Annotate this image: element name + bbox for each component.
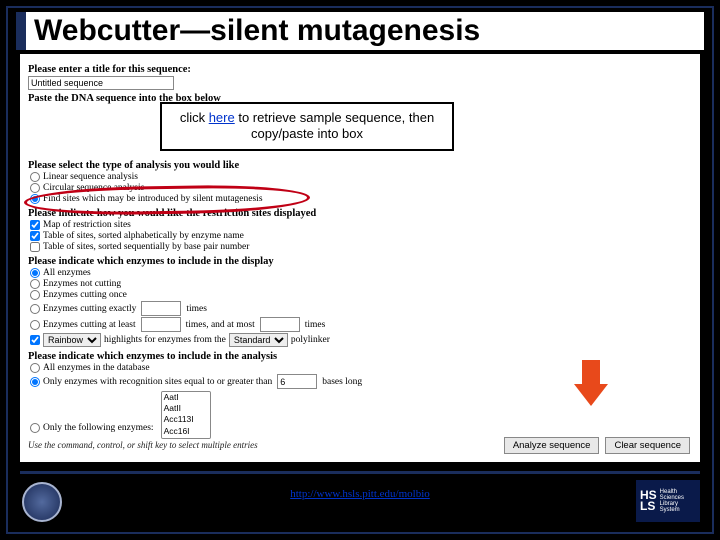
radio-circular[interactable] bbox=[30, 183, 40, 193]
check-rainbow[interactable] bbox=[30, 335, 40, 345]
label-all-db: All enzymes in the database bbox=[43, 363, 150, 373]
label-cut-once: Enzymes cutting once bbox=[43, 290, 127, 300]
callout-box: click here to retrieve sample sequence, … bbox=[160, 102, 454, 151]
sec-analysis: Please select the type of analysis you w… bbox=[28, 160, 692, 171]
title-bar: Webcutter—silent mutagenesis bbox=[16, 12, 704, 50]
radio-cut-once[interactable] bbox=[30, 290, 40, 300]
label-silent: Find sites which may be introduced by si… bbox=[43, 194, 263, 204]
divider bbox=[20, 471, 700, 474]
hsls-small: Health Sciences Library System bbox=[660, 489, 696, 513]
radio-recog[interactable] bbox=[30, 377, 40, 387]
clear-button[interactable]: Clear sequence bbox=[605, 437, 690, 454]
input-exactly-times[interactable] bbox=[141, 301, 181, 316]
label-cut-exactly-post: times bbox=[186, 304, 207, 314]
radio-following[interactable] bbox=[30, 423, 40, 433]
input-recog-val[interactable] bbox=[277, 374, 317, 389]
label-atleast-post: times bbox=[305, 320, 326, 330]
slide-title: Webcutter—silent mutagenesis bbox=[34, 14, 480, 47]
input-atleast-max[interactable] bbox=[260, 317, 300, 332]
hsls-logo: HS LS Health Sciences Library System bbox=[636, 480, 700, 522]
label-bp: Table of sites, sorted sequentially by b… bbox=[43, 242, 249, 252]
label-all-enz: All enzymes bbox=[43, 268, 91, 278]
sec-title-label: Please enter a title for this sequence: bbox=[28, 64, 692, 75]
label-map: Map of restriction sites bbox=[43, 220, 131, 230]
arrow-icon bbox=[574, 360, 608, 406]
hsls-big: HS LS bbox=[640, 490, 657, 512]
label-circular: Circular sequence analysis bbox=[43, 183, 144, 193]
input-atleast-min[interactable] bbox=[141, 317, 181, 332]
radio-cut-atleast[interactable] bbox=[30, 320, 40, 330]
footer-link[interactable]: http://www.hsls.pitt.edu/molbio bbox=[290, 488, 430, 500]
slide-frame: Webcutter—silent mutagenesis Please ente… bbox=[6, 6, 714, 534]
sequence-title-input[interactable] bbox=[28, 76, 174, 90]
sec-display: Please indicate how you would like the r… bbox=[28, 208, 692, 219]
check-alpha[interactable] bbox=[30, 231, 40, 241]
radio-cut-exactly[interactable] bbox=[30, 304, 40, 314]
form-panel: Please enter a title for this sequence: … bbox=[20, 54, 700, 462]
enzyme-list[interactable]: AatI AatII Acc113I Acc16I Acc65I bbox=[161, 391, 211, 439]
check-bp[interactable] bbox=[30, 242, 40, 252]
callout-link[interactable]: here bbox=[209, 110, 235, 125]
check-map[interactable] bbox=[30, 220, 40, 230]
label-alpha: Table of sites, sorted alphabetically by… bbox=[43, 231, 244, 241]
label-rainbow-post: polylinker bbox=[291, 335, 330, 345]
radio-not-cut[interactable] bbox=[30, 279, 40, 289]
label-following: Only the following enzymes: bbox=[43, 423, 154, 433]
radio-silent[interactable] bbox=[30, 194, 40, 204]
select-rainbow[interactable]: Rainbow bbox=[43, 333, 101, 347]
label-atleast-mid: times, and at most bbox=[186, 320, 255, 330]
footer-link-wrap: http://www.hsls.pitt.edu/molbio bbox=[8, 488, 712, 500]
label-recog-post: bases long bbox=[322, 377, 362, 387]
radio-linear[interactable] bbox=[30, 172, 40, 182]
sec-include-display: Please indicate which enzymes to include… bbox=[28, 256, 692, 267]
label-atleast-pre: Enzymes cutting at least bbox=[43, 320, 136, 330]
label-not-cut: Enzymes not cutting bbox=[43, 279, 121, 289]
callout-post: to retrieve sample sequence, then copy/p… bbox=[235, 110, 434, 141]
label-recog-pre: Only enzymes with recognition sites equa… bbox=[43, 377, 272, 387]
label-cut-exactly-pre: Enzymes cutting exactly bbox=[43, 304, 136, 314]
analyze-button[interactable]: Analyze sequence bbox=[504, 437, 600, 454]
label-rainbow-mid: highlights for enzymes from the bbox=[104, 335, 226, 345]
button-row: Analyze sequence Clear sequence bbox=[504, 437, 690, 454]
label-linear: Linear sequence analysis bbox=[43, 172, 138, 182]
university-seal-icon bbox=[22, 482, 62, 522]
select-standard[interactable]: Standard bbox=[229, 333, 288, 347]
radio-all-db[interactable] bbox=[30, 363, 40, 373]
callout-pre: click bbox=[180, 110, 209, 125]
radio-all-enz[interactable] bbox=[30, 268, 40, 278]
